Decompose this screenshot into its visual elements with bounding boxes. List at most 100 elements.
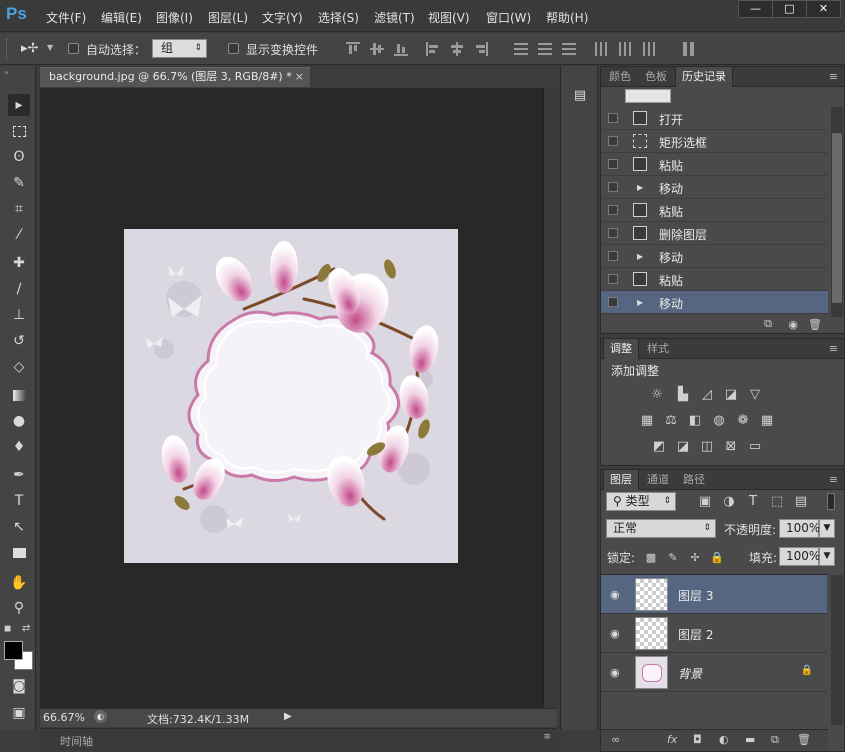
crop-tool-icon[interactable]: ⌗ xyxy=(8,198,30,220)
align-hcenter-icon[interactable] xyxy=(450,42,464,56)
vibrance-icon[interactable]: ▽ xyxy=(747,387,763,403)
menu-window[interactable]: 窗口(W) xyxy=(486,9,531,26)
opacity-input[interactable]: 100% xyxy=(779,519,820,538)
lock-all-icon[interactable]: 🔒 xyxy=(709,550,725,566)
tool-preset-dropdown-icon[interactable]: ▼ xyxy=(47,43,53,52)
panel-menu-icon[interactable]: ≡ xyxy=(829,70,838,83)
history-source-checkbox[interactable] xyxy=(608,159,618,169)
layer-name[interactable]: 背景 xyxy=(678,665,702,682)
history-source-checkbox[interactable] xyxy=(608,113,618,123)
levels-icon[interactable]: ▙ xyxy=(675,387,691,403)
distribute-vcenter-icon[interactable] xyxy=(538,42,552,56)
layers-scrollbar[interactable] xyxy=(831,575,843,725)
history-source-checkbox[interactable] xyxy=(608,274,618,284)
align-bottom-icon[interactable] xyxy=(394,42,408,56)
history-item[interactable]: 矩形选框 xyxy=(601,130,828,153)
type-tool-icon[interactable]: T xyxy=(8,490,30,512)
history-source-checkbox[interactable] xyxy=(608,228,618,238)
menu-filter[interactable]: 滤镜(T) xyxy=(374,9,415,26)
history-item-selected[interactable]: ▸ 移动 xyxy=(601,291,828,314)
history-brush-tool-icon[interactable]: ↺ xyxy=(8,330,30,352)
exposure-icon[interactable]: ◪ xyxy=(723,387,739,403)
canvas-vertical-scrollbar[interactable] xyxy=(543,88,557,708)
align-right-icon[interactable] xyxy=(474,42,488,56)
blend-mode-dropdown[interactable]: 正常 ⇕ xyxy=(606,519,716,538)
auto-select-checkbox[interactable] xyxy=(68,43,79,54)
threshold-icon[interactable]: ◫ xyxy=(699,439,715,455)
history-item[interactable]: 粘贴 xyxy=(601,268,828,291)
history-source-checkbox[interactable] xyxy=(608,182,618,192)
clone-stamp-tool-icon[interactable]: ⊥ xyxy=(8,304,30,326)
filter-adjustment-icon[interactable]: ◑ xyxy=(721,494,737,510)
healing-brush-tool-icon[interactable]: ✚ xyxy=(8,252,30,274)
menu-edit[interactable]: 编辑(E) xyxy=(101,9,142,26)
gradient-map-icon[interactable]: ▭ xyxy=(747,439,763,455)
quick-selection-tool-icon[interactable]: ✎ xyxy=(8,172,30,194)
lock-image-icon[interactable]: ✎ xyxy=(665,550,681,566)
menu-file[interactable]: 文件(F) xyxy=(46,9,86,26)
gradient-tool-icon[interactable] xyxy=(8,384,30,406)
layer-name[interactable]: 图层 3 xyxy=(678,587,713,604)
show-transform-checkbox[interactable] xyxy=(228,43,239,54)
history-source-checkbox[interactable] xyxy=(608,136,618,146)
default-colors-icon[interactable]: ◼ xyxy=(4,624,11,634)
filter-toggle-switch[interactable] xyxy=(827,493,835,510)
close-window-button[interactable]: ✕ xyxy=(806,0,841,18)
layer-style-icon[interactable]: fx xyxy=(667,733,677,746)
align-left-icon[interactable] xyxy=(426,42,440,56)
lasso-tool-icon[interactable]: ʘ xyxy=(8,146,30,168)
move-tool-icon[interactable]: ▸✢ xyxy=(21,41,38,56)
pen-tool-icon[interactable]: ✒ xyxy=(8,464,30,486)
distribute-left-icon[interactable] xyxy=(594,42,608,56)
filter-shape-icon[interactable]: ⬚ xyxy=(769,494,785,510)
history-item[interactable]: ▸ 移动 xyxy=(601,176,828,199)
filter-smart-object-icon[interactable]: ▤ xyxy=(793,494,809,510)
tab-color[interactable]: 颜色 xyxy=(603,67,637,87)
menu-help[interactable]: 帮助(H) xyxy=(546,9,588,26)
layer-filter-dropdown[interactable]: ⚲ 类型 ⇕ xyxy=(606,492,676,511)
history-source-checkbox[interactable] xyxy=(608,251,618,261)
align-vcenter-icon[interactable] xyxy=(370,42,384,56)
path-selection-tool-icon[interactable]: ↖ xyxy=(8,516,30,538)
new-layer-icon[interactable]: ⧉ xyxy=(771,733,779,747)
history-source-checkbox[interactable] xyxy=(608,297,618,307)
menu-select[interactable]: 选择(S) xyxy=(318,9,359,26)
zoom-level[interactable]: 66.67% xyxy=(43,711,85,724)
invert-icon[interactable]: ◩ xyxy=(651,439,667,455)
opacity-dropdown-button[interactable]: ▼ xyxy=(819,519,835,538)
layer-row[interactable]: ◉ 图层 2 xyxy=(601,614,827,653)
camera-icon[interactable]: ◉ xyxy=(788,318,798,331)
snapshot-thumbnail[interactable] xyxy=(625,89,671,103)
black-white-icon[interactable]: ◧ xyxy=(687,413,703,429)
distribute-bottom-icon[interactable] xyxy=(562,42,576,56)
eye-icon[interactable]: ◉ xyxy=(610,666,620,679)
filter-type-icon[interactable]: T xyxy=(745,494,761,510)
eye-icon[interactable]: ◉ xyxy=(610,588,620,601)
filter-pixel-icon[interactable]: ▣ xyxy=(697,494,713,510)
layer-name[interactable]: 图层 2 xyxy=(678,626,713,643)
minimize-button[interactable]: — xyxy=(738,0,773,18)
selective-color-icon[interactable]: ⊠ xyxy=(723,439,739,455)
history-panel-icon[interactable]: ▤ xyxy=(571,88,589,106)
trash-icon[interactable]: 🗑 xyxy=(808,318,822,331)
rectangle-tool-icon[interactable] xyxy=(8,542,30,564)
eye-icon[interactable]: ◉ xyxy=(610,627,620,640)
menu-view[interactable]: 视图(V) xyxy=(428,9,470,26)
history-item[interactable]: 打开 xyxy=(601,107,828,130)
status-menu-arrow-icon[interactable]: ▶ xyxy=(284,711,292,722)
tab-adjustments[interactable]: 调整 xyxy=(603,339,639,359)
collapse-toolbox-icon[interactable]: » xyxy=(4,68,9,77)
tab-styles[interactable]: 样式 xyxy=(641,339,675,359)
tab-channels[interactable]: 通道 xyxy=(641,470,675,490)
tab-paths[interactable]: 路径 xyxy=(677,470,711,490)
panel-menu-icon[interactable]: ≡ xyxy=(829,473,838,486)
history-scrollbar[interactable] xyxy=(831,107,843,317)
fill-input[interactable]: 100% xyxy=(779,547,820,566)
layer-row[interactable]: ◉ 图层 3 xyxy=(601,575,827,614)
distribute-hcenter-icon[interactable] xyxy=(618,42,632,56)
color-lookup-icon[interactable]: ▦ xyxy=(759,413,775,429)
trash-icon[interactable]: 🗑 xyxy=(797,733,811,746)
color-balance-icon[interactable]: ⚖ xyxy=(663,413,679,429)
restore-button[interactable]: □ xyxy=(772,0,807,18)
blur-tool-icon[interactable]: ● xyxy=(8,410,30,432)
